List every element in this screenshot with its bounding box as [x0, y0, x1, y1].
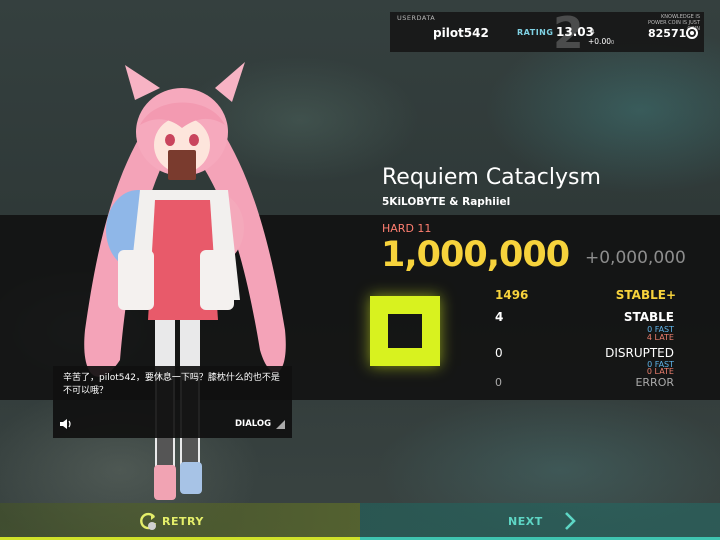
rating-decimal: 4 — [591, 29, 595, 36]
userdata-label: USERDATA — [397, 14, 436, 22]
stable-label: STABLE — [623, 310, 674, 324]
song-title: Requiem Cataclysm — [382, 165, 601, 190]
background — [0, 0, 720, 540]
error-label: ERROR — [635, 376, 674, 389]
score-value: 1,000,000 — [381, 235, 570, 275]
disrupted-count: 0 — [495, 346, 503, 360]
speaker-icon[interactable] — [59, 418, 73, 430]
chevron-right-icon[interactable] — [563, 511, 577, 531]
username: pilot542 — [433, 26, 489, 40]
disrupted-label: DISRUPTED — [605, 346, 674, 360]
dialog-text: 辛苦了，pilot542，要休息一下吗？膝枕什么的也不是不可以哦？ — [63, 373, 280, 396]
grade-icon — [370, 296, 440, 366]
userdata-panel: USERDATA pilot542 2 RATING 13.03 4 +0.00… — [390, 8, 704, 59]
dialog-label[interactable]: DIALOG — [235, 419, 271, 429]
max-combo: 1496 — [495, 288, 529, 302]
retry-label[interactable]: RETRY — [162, 515, 204, 528]
clear-type: STABLE+ — [615, 288, 676, 302]
next-label[interactable]: NEXT — [508, 515, 543, 528]
rating-delta: +0.000 — [588, 37, 614, 46]
coin-icon — [686, 27, 698, 39]
rating-delta-small: 0 — [610, 40, 615, 46]
corner-arrow-icon — [276, 420, 285, 429]
score-delta: +0,000,000 — [585, 248, 686, 268]
difficulty-label: HARD 11 — [382, 222, 432, 235]
stable-late: 4 LATE — [646, 333, 674, 342]
rating-label: RATING — [517, 28, 554, 37]
disrupted-late: 0 LATE — [646, 367, 674, 376]
rating-delta-main: +0.00 — [588, 37, 611, 46]
stable-count: 4 — [495, 310, 504, 324]
song-artist: 5KiLOBYTE & Raphiiel — [382, 196, 511, 208]
retry-icon[interactable] — [138, 511, 158, 531]
dialog-box[interactable]: 辛苦了，pilot542，要休息一下吗？膝枕什么的也不是不可以哦？ DIALOG — [53, 366, 292, 438]
coin-count: 82571 — [648, 27, 687, 40]
error-count: 0 — [495, 376, 502, 389]
